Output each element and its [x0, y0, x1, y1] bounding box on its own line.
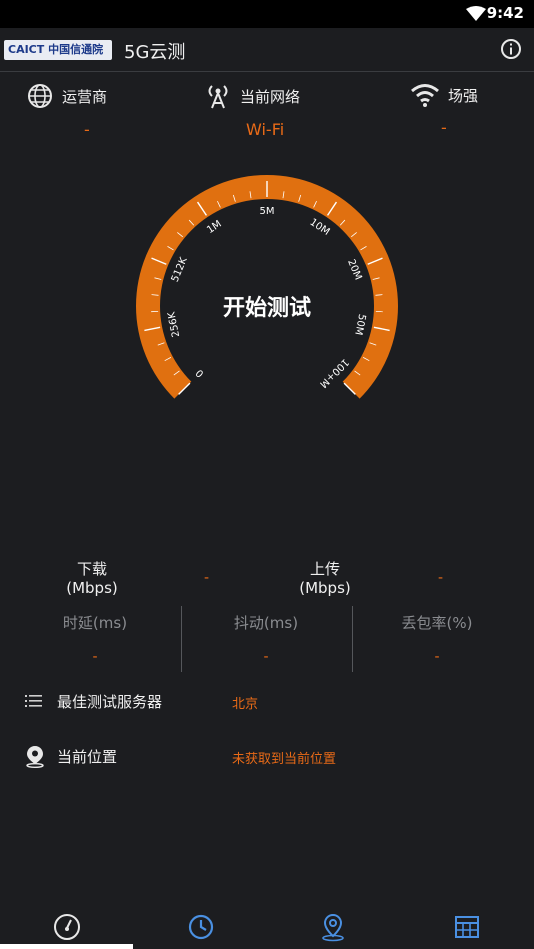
download-unit: (Mbps)	[66, 579, 118, 597]
network-block: 当前网络 Wi-Fi	[204, 82, 334, 139]
gauge-tick-label: 1M	[205, 219, 224, 236]
app-bar: CAICT 中国信通院 5G云测	[0, 28, 534, 72]
loss-label: 丢包率(%)	[401, 614, 473, 632]
map-pin-icon[interactable]	[318, 912, 348, 942]
latency-label: 时延(ms)	[62, 614, 128, 632]
loss-value: -	[434, 649, 440, 665]
network-info-row: 运营商 - 当前网络 Wi-Fi 场强 -	[0, 82, 534, 142]
gauge-tick-label: 10M	[308, 217, 332, 238]
download-metric: 下载 (Mbps)	[60, 560, 124, 598]
upload-metric: 上传 (Mbps)	[293, 560, 357, 598]
operator-value: -	[84, 120, 90, 139]
jitter-value: -	[263, 649, 269, 665]
start-test-button[interactable]: 开始测试	[0, 290, 534, 322]
signal-block: 场强 -	[410, 82, 510, 137]
caict-logo: CAICT 中国信通院	[4, 40, 112, 60]
operator-label: 运营商	[62, 87, 108, 106]
network-label: 当前网络	[240, 87, 301, 106]
upload-value: -	[438, 570, 444, 586]
server-value: 北京	[232, 697, 259, 712]
location-row[interactable]: 当前位置 未获取到当前位置	[0, 738, 534, 774]
signal-value: -	[441, 118, 447, 137]
operator-block: 运营商 -	[26, 82, 126, 139]
globe-icon	[28, 84, 52, 108]
history-clock-icon[interactable]	[186, 912, 216, 942]
bottom-nav	[0, 900, 534, 949]
gauge-tick-label: 20M	[345, 258, 363, 282]
jitter-label: 抖动(ms)	[233, 614, 299, 632]
table-grid-icon[interactable]	[452, 912, 482, 942]
wifi-status-icon	[466, 6, 486, 21]
gauge-tick-label: 5M	[260, 206, 275, 217]
location-label: 当前位置	[57, 748, 118, 766]
app-title: 5G云测	[124, 42, 186, 63]
info-icon[interactable]	[500, 38, 522, 60]
server-row[interactable]: 最佳测试服务器 北京	[0, 683, 534, 719]
upload-label: 上传	[309, 560, 340, 578]
gauge-tick-label: 0	[194, 367, 206, 379]
jitter-metric: 抖动(ms) -	[177, 606, 355, 672]
gauge-tick-label: 512K	[170, 255, 190, 283]
antenna-icon	[208, 85, 228, 109]
location-value: 未获取到当前位置	[232, 752, 337, 767]
download-value: -	[204, 570, 210, 586]
speedometer-icon[interactable]	[52, 912, 82, 942]
active-tab-indicator	[0, 944, 133, 949]
latency-metric: 时延(ms) -	[6, 606, 184, 672]
quality-metrics: 时延(ms) - 抖动(ms) - 丢包率(%) -	[0, 606, 534, 672]
list-icon	[25, 695, 42, 707]
status-bar: 9:42	[0, 0, 534, 28]
location-pin-icon	[26, 746, 44, 768]
server-label: 最佳测试服务器	[57, 693, 163, 711]
network-value: Wi-Fi	[246, 120, 285, 139]
download-label: 下载	[76, 560, 107, 578]
latency-value: -	[92, 649, 98, 665]
upload-unit: (Mbps)	[299, 579, 351, 597]
signal-label: 场强	[448, 86, 479, 105]
loss-metric: 丢包率(%) -	[348, 606, 526, 672]
status-time: 9:42	[486, 4, 524, 22]
wifi-signal-icon	[411, 84, 439, 107]
